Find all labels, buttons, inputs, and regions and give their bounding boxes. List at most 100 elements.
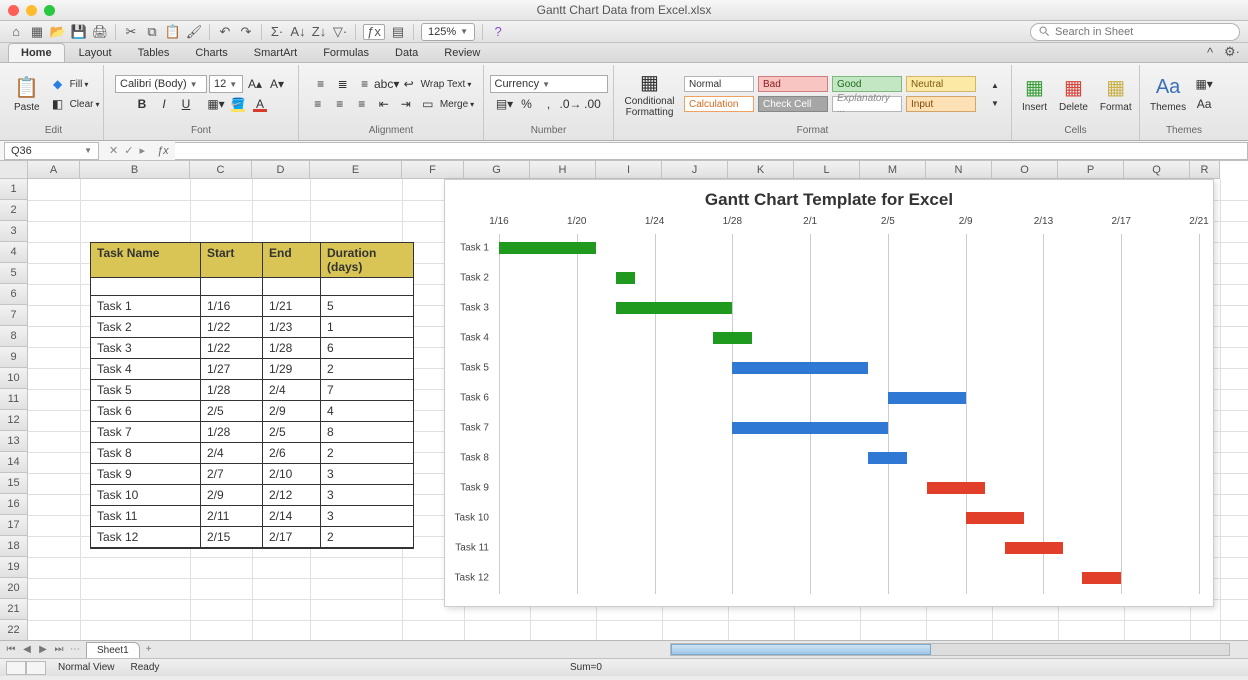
print-icon[interactable]: 🖨: [92, 24, 108, 40]
style-normal[interactable]: Normal: [684, 76, 754, 92]
row-header[interactable]: 14: [0, 452, 28, 473]
table-cell[interactable]: [321, 278, 413, 296]
column-header[interactable]: B: [80, 161, 190, 179]
tab-layout[interactable]: Layout: [67, 44, 124, 62]
table-cell[interactable]: 3: [321, 506, 413, 527]
tab-smartart[interactable]: SmartArt: [242, 44, 309, 62]
font-size-select[interactable]: 12▼: [209, 75, 243, 93]
gantt-bar[interactable]: [499, 242, 596, 254]
column-header[interactable]: E: [310, 161, 402, 179]
style-calculation[interactable]: Calculation: [684, 96, 754, 112]
filter-icon[interactable]: ▽·: [332, 24, 348, 40]
decrease-decimal-icon[interactable]: .00: [583, 95, 603, 113]
table-cell[interactable]: Task 8: [91, 443, 201, 464]
underline-button[interactable]: U: [176, 95, 196, 113]
table-cell[interactable]: 1/28: [201, 422, 263, 443]
indent-dec-icon[interactable]: ⇤: [374, 95, 394, 113]
add-sheet-button[interactable]: +: [140, 642, 158, 657]
next-sheet-icon[interactable]: ▶: [36, 644, 50, 655]
settings-icon[interactable]: ⚙·: [1224, 44, 1240, 60]
save-icon[interactable]: 💾: [71, 24, 87, 40]
align-left-icon[interactable]: ≡: [308, 95, 328, 113]
table-cell[interactable]: 2/5: [201, 401, 263, 422]
fill-label[interactable]: Fill: [70, 79, 83, 90]
table-cell[interactable]: 2: [321, 443, 413, 464]
increase-decimal-icon[interactable]: .0→: [561, 95, 581, 113]
style-input[interactable]: Input: [906, 96, 976, 112]
sort-za-icon[interactable]: Z↓: [311, 24, 327, 40]
table-cell[interactable]: 2/11: [201, 506, 263, 527]
percent-icon[interactable]: %: [517, 95, 537, 113]
zoom-select[interactable]: 125% ▼: [421, 23, 475, 41]
table-cell[interactable]: Task 9: [91, 464, 201, 485]
row-header[interactable]: 16: [0, 494, 28, 515]
table-cell[interactable]: 2/4: [201, 443, 263, 464]
table-cell[interactable]: 3: [321, 485, 413, 506]
format-cells-button[interactable]: ▦Format: [1096, 74, 1136, 115]
gantt-bar[interactable]: [713, 332, 752, 344]
view-normal-icon[interactable]: [6, 661, 26, 675]
column-header[interactable]: M: [860, 161, 926, 179]
tab-review[interactable]: Review: [432, 44, 492, 62]
align-right-icon[interactable]: ≡: [352, 95, 372, 113]
gantt-bar[interactable]: [888, 392, 966, 404]
fill-color-button[interactable]: 🪣: [228, 95, 248, 113]
row-header[interactable]: 13: [0, 431, 28, 452]
gantt-bar[interactable]: [868, 452, 907, 464]
show-formulas-icon[interactable]: ▤: [390, 24, 406, 40]
row-header[interactable]: 15: [0, 473, 28, 494]
table-cell[interactable]: Task 2: [91, 317, 201, 338]
gantt-bar[interactable]: [616, 302, 733, 314]
undo-icon[interactable]: ↶: [217, 24, 233, 40]
tab-charts[interactable]: Charts: [183, 44, 239, 62]
table-cell[interactable]: 3: [321, 464, 413, 485]
row-header[interactable]: 2: [0, 200, 28, 221]
table-cell[interactable]: 1/22: [201, 338, 263, 359]
table-cell[interactable]: 2/9: [263, 401, 321, 422]
wrap-text-icon[interactable]: ↩: [399, 75, 419, 93]
tab-data[interactable]: Data: [383, 44, 430, 62]
row-header[interactable]: 4: [0, 242, 28, 263]
insert-function-icon[interactable]: ▸: [139, 144, 145, 157]
decrease-font-icon[interactable]: A▾: [267, 75, 287, 93]
table-cell[interactable]: 2/10: [263, 464, 321, 485]
table-cell[interactable]: Task 7: [91, 422, 201, 443]
align-top-icon[interactable]: ≡: [311, 75, 331, 93]
styles-scroll-down-icon[interactable]: ▼: [985, 94, 1005, 112]
enter-formula-icon[interactable]: ✓: [124, 144, 133, 157]
fx-icon[interactable]: ƒx: [363, 24, 385, 40]
row-header[interactable]: 9: [0, 347, 28, 368]
row-header[interactable]: 20: [0, 578, 28, 599]
row-header[interactable]: 18: [0, 536, 28, 557]
column-header[interactable]: P: [1058, 161, 1124, 179]
ribbon-expand-icon[interactable]: ^: [1202, 44, 1218, 60]
table-cell[interactable]: 2/9: [201, 485, 263, 506]
column-header[interactable]: R: [1190, 161, 1220, 179]
table-cell[interactable]: 7: [321, 380, 413, 401]
wrap-label[interactable]: Wrap Text: [421, 79, 466, 90]
conditional-formatting-button[interactable]: ▦ Conditional Formatting: [620, 68, 679, 120]
table-cell[interactable]: 2/15: [201, 527, 263, 548]
table-cell[interactable]: 2: [321, 359, 413, 380]
table-cell[interactable]: Task 6: [91, 401, 201, 422]
table-cell[interactable]: 2/5: [263, 422, 321, 443]
column-header[interactable]: I: [596, 161, 662, 179]
table-cell[interactable]: 1/28: [201, 380, 263, 401]
gantt-bar[interactable]: [732, 422, 888, 434]
redo-icon[interactable]: ↷: [238, 24, 254, 40]
tab-tables[interactable]: Tables: [126, 44, 182, 62]
italic-button[interactable]: I: [154, 95, 174, 113]
tab-scroll-icon[interactable]: ⋯: [68, 644, 82, 655]
gantt-bar[interactable]: [732, 362, 868, 374]
column-header[interactable]: J: [662, 161, 728, 179]
row-header[interactable]: 5: [0, 263, 28, 284]
orientation-icon[interactable]: abc▾: [377, 75, 397, 93]
styles-scroll-up-icon[interactable]: ▲: [985, 76, 1005, 94]
increase-font-icon[interactable]: A▴: [245, 75, 265, 93]
bold-button[interactable]: B: [132, 95, 152, 113]
themes-button[interactable]: AaThemes: [1146, 74, 1190, 115]
first-sheet-icon[interactable]: ⏮: [4, 644, 18, 655]
border-button[interactable]: ▦▾: [206, 95, 226, 113]
align-center-icon[interactable]: ≡: [330, 95, 350, 113]
row-header[interactable]: 19: [0, 557, 28, 578]
